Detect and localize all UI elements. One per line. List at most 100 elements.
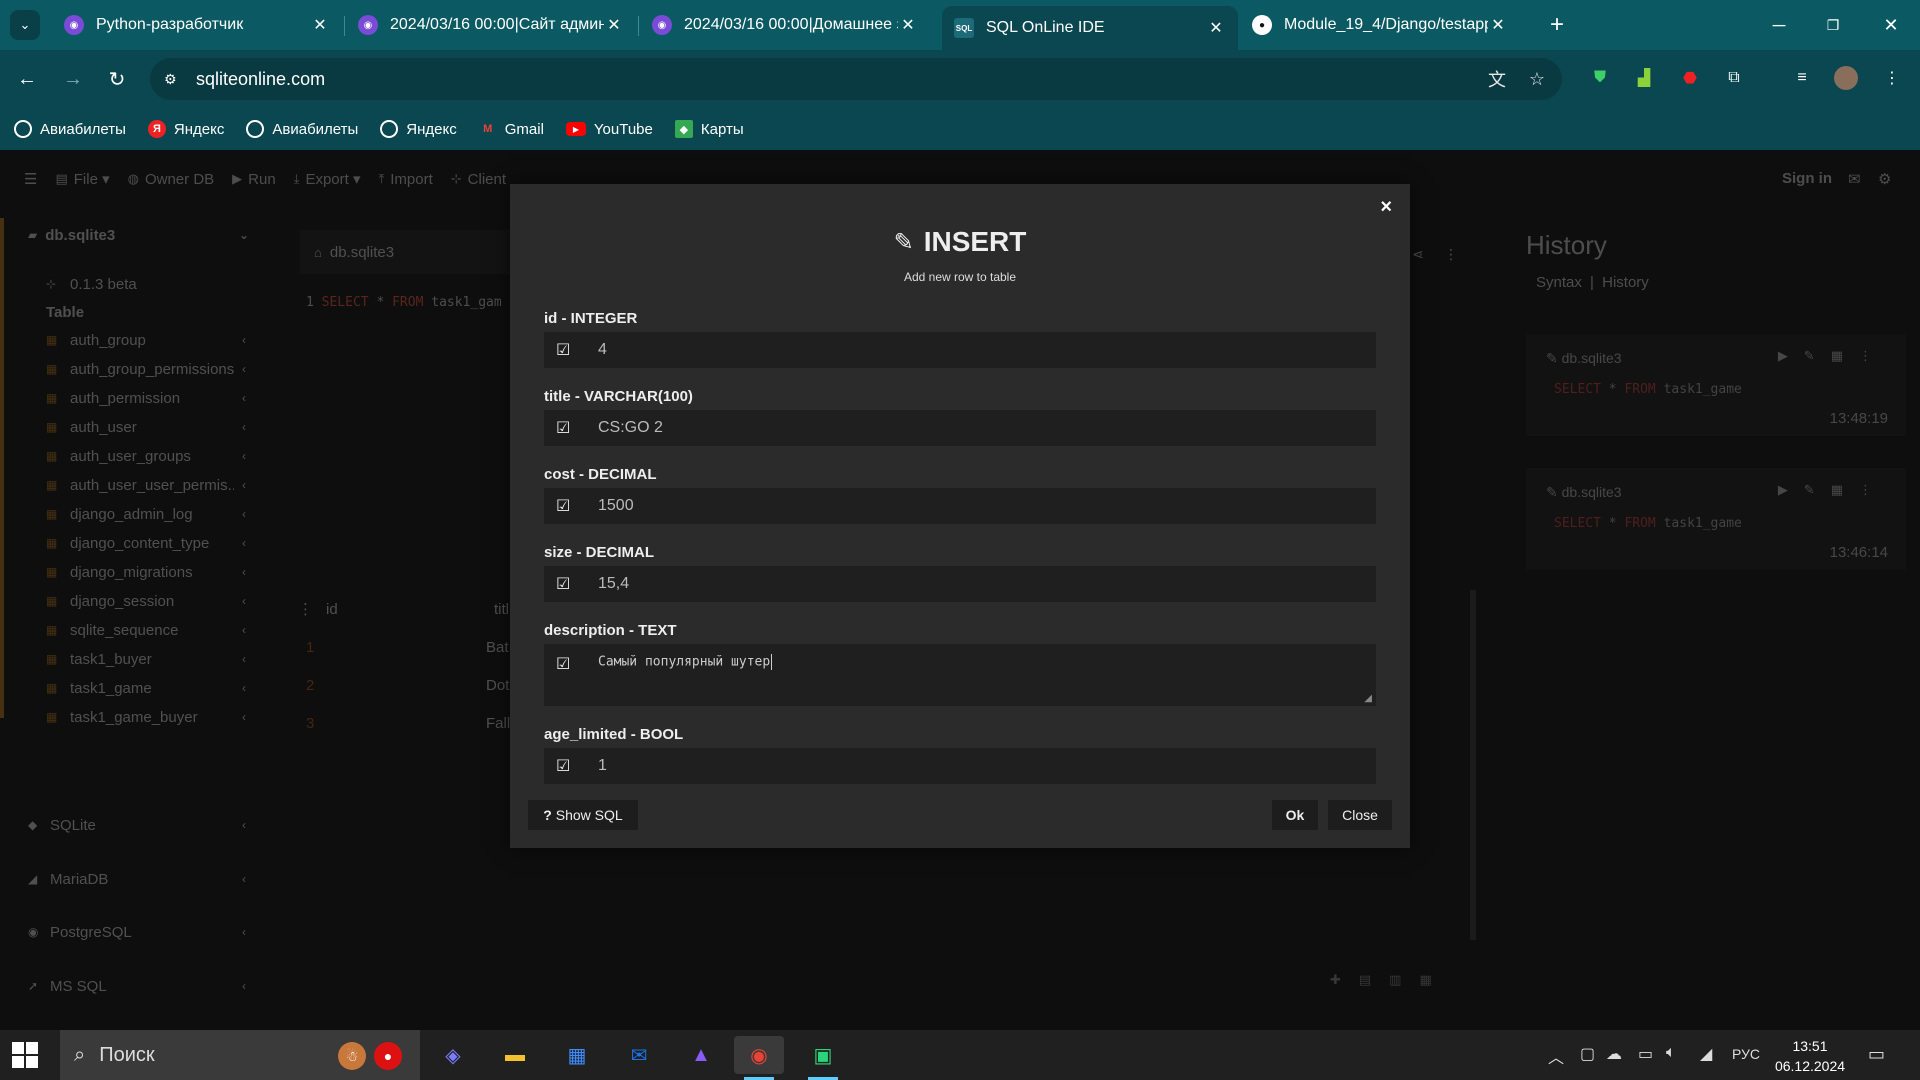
back-button[interactable]: ← bbox=[14, 66, 40, 92]
forward-button[interactable]: → bbox=[60, 66, 86, 92]
notifications-icon[interactable]: ▭ bbox=[1868, 1044, 1885, 1065]
profile-avatar[interactable] bbox=[1834, 66, 1858, 90]
close-tab-icon[interactable]: ✕ bbox=[1488, 15, 1508, 35]
bookmark-item[interactable]: ▶ YouTube bbox=[565, 121, 653, 138]
copilot-icon[interactable]: ◈ bbox=[434, 1036, 472, 1074]
field-label: title - VARCHAR(100) bbox=[544, 388, 693, 405]
close-icon[interactable]: × bbox=[1380, 196, 1392, 219]
browser-tab-active[interactable]: SQL SQL OnLine IDE ✕ bbox=[942, 6, 1238, 50]
checkbox-checked-icon[interactable]: ☑ bbox=[556, 574, 576, 594]
show-sql-button[interactable]: ? Show SQL bbox=[528, 800, 638, 830]
chrome-icon[interactable]: ◉ bbox=[734, 1036, 784, 1080]
skypro-icon: ◉ bbox=[64, 15, 84, 35]
globe-icon bbox=[246, 120, 265, 138]
resize-grip-icon[interactable]: ◢ bbox=[1364, 693, 1372, 704]
url-text[interactable]: sqliteonline.com bbox=[196, 69, 325, 90]
minimize-button[interactable]: ─ bbox=[1756, 10, 1802, 40]
browser-tab[interactable]: ◉ 2024/03/16 00:00|Сайт админи ✕ bbox=[346, 8, 636, 42]
battery-icon[interactable]: ▭ bbox=[1638, 1044, 1653, 1064]
checkbox-checked-icon[interactable]: ☑ bbox=[556, 340, 576, 360]
github-icon: ● bbox=[1252, 15, 1272, 35]
dialog-subtitle: Add new row to table bbox=[903, 270, 1017, 284]
browser-tab-strip: ⌄ ◉ Python-разработчик ✕ ◉ 2024/03/16 00… bbox=[0, 0, 1920, 50]
globe-icon bbox=[14, 120, 32, 138]
maps-icon: ◆ bbox=[674, 120, 693, 138]
field-label: size - DECIMAL bbox=[544, 544, 655, 561]
language-indicator[interactable]: РУС bbox=[1732, 1046, 1760, 1062]
search-icon: ⌕ bbox=[74, 1043, 86, 1066]
file-explorer-icon[interactable]: ▬ bbox=[496, 1036, 534, 1074]
field-id[interactable]: ☑ 4 bbox=[544, 332, 1376, 368]
browser-tab[interactable]: ◉ Python-разработчик ✕ bbox=[52, 8, 342, 42]
adguard-extension-icon[interactable]: ⛊ bbox=[1588, 66, 1612, 90]
pycharm-icon[interactable]: ▣ bbox=[804, 1036, 842, 1080]
close-button[interactable]: Close bbox=[1328, 800, 1392, 830]
close-tab-icon[interactable]: ✕ bbox=[310, 15, 330, 35]
ok-button[interactable]: Ok bbox=[1272, 800, 1318, 830]
edit-icon: ✎ bbox=[893, 228, 914, 256]
taskbar-search[interactable]: ⌕ Поиск ☃ ● bbox=[60, 1030, 420, 1080]
bookmark-item[interactable]: Авиабилеты bbox=[14, 120, 126, 138]
new-tab-button[interactable]: + bbox=[1542, 10, 1572, 40]
checkbox-checked-icon[interactable]: ☑ bbox=[556, 654, 576, 674]
browser-tab[interactable]: ◉ 2024/03/16 00:00|Домашнее за ✕ bbox=[640, 8, 930, 42]
windows-start-icon[interactable] bbox=[12, 1042, 38, 1068]
app-icon[interactable]: ▲ bbox=[682, 1036, 720, 1074]
restore-button[interactable]: ❐ bbox=[1810, 10, 1856, 40]
tab-separator bbox=[344, 16, 345, 36]
volume-icon[interactable]: 🔈︎ bbox=[1666, 1044, 1676, 1062]
bookmark-item[interactable]: Авиабилеты bbox=[246, 120, 358, 138]
chart-extension-icon[interactable]: ▟ bbox=[1632, 66, 1656, 90]
windows-taskbar: ⌕ Поиск ☃ ● ◈ ▬ ▦ ✉ ▲ ◉ ▣ ︿ ▢ ☁ ▭ 🔈︎ ◢ Р… bbox=[0, 1030, 1920, 1080]
media-controls-icon[interactable]: ≡ bbox=[1790, 66, 1814, 90]
yandex-icon: Я bbox=[147, 120, 166, 138]
browser-menu-icon[interactable]: ⋮ bbox=[1880, 66, 1904, 90]
globe-icon bbox=[380, 120, 399, 138]
close-tab-icon[interactable]: ✕ bbox=[898, 15, 918, 35]
field-age-limited[interactable]: ☑ 1 bbox=[544, 748, 1376, 784]
bookmarks-bar: Авиабилеты Я Яндекс Авиабилеты Яндекс M … bbox=[0, 108, 1920, 150]
gmail-icon: M bbox=[483, 123, 493, 135]
close-window-button[interactable]: ✕ bbox=[1868, 10, 1914, 40]
site-info-icon[interactable]: ⚙ bbox=[164, 71, 184, 88]
extensions-puzzle-icon[interactable]: ⧉ bbox=[1722, 66, 1746, 90]
field-title[interactable]: ☑ CS:GO 2 bbox=[544, 410, 1376, 446]
translate-icon[interactable]: 文 bbox=[1486, 68, 1508, 90]
checkbox-checked-icon[interactable]: ☑ bbox=[556, 756, 576, 776]
reload-button[interactable]: ↻ bbox=[104, 66, 130, 92]
tab-separator bbox=[638, 16, 639, 36]
omnibox[interactable]: ⚙ sqliteonline.com bbox=[150, 58, 1562, 100]
tab-search-button[interactable]: ⌄ bbox=[10, 10, 40, 40]
chevron-up-icon[interactable]: ︿ bbox=[1548, 1044, 1564, 1068]
browser-tab[interactable]: ● Module_19_4/Django/testapp a ✕ bbox=[1240, 8, 1520, 42]
skypro-icon: ◉ bbox=[652, 15, 672, 35]
close-tab-icon[interactable]: ✕ bbox=[1206, 18, 1226, 38]
wifi-icon[interactable]: ◢ bbox=[1700, 1044, 1712, 1064]
skypro-icon: ◉ bbox=[358, 15, 378, 35]
field-cost[interactable]: ☑ 1500 bbox=[544, 488, 1376, 524]
insert-dialog: × ✎ INSERT Add new row to table id - INT… bbox=[510, 184, 1410, 848]
sql-icon: SQL bbox=[954, 18, 974, 38]
checkbox-checked-icon[interactable]: ☑ bbox=[556, 418, 576, 438]
bookmark-item[interactable]: Я Яндекс bbox=[147, 120, 224, 138]
meet-now-icon[interactable]: ▢ bbox=[1580, 1044, 1595, 1064]
system-clock[interactable]: 13:51 06.12.2024 bbox=[1770, 1036, 1850, 1076]
checkbox-checked-icon[interactable]: ☑ bbox=[556, 496, 576, 516]
bookmark-item[interactable]: Яндекс bbox=[380, 120, 457, 138]
outlook-icon[interactable]: ✉ bbox=[620, 1036, 658, 1074]
field-description[interactable]: ☑ Самый популярный шутер ◢ bbox=[544, 644, 1376, 706]
microsoft-store-icon[interactable]: ▦ bbox=[558, 1036, 596, 1074]
text-caret bbox=[771, 654, 773, 670]
onedrive-icon[interactable]: ☁ bbox=[1606, 1044, 1622, 1064]
adblock-extension-icon[interactable]: ⬣ bbox=[1678, 66, 1702, 90]
bookmark-item[interactable]: M Gmail bbox=[479, 120, 544, 138]
gingerbread-icon: ☃ bbox=[338, 1042, 366, 1070]
bookmark-star-icon[interactable]: ☆ bbox=[1526, 68, 1548, 90]
field-label: cost - DECIMAL bbox=[544, 466, 657, 483]
field-size[interactable]: ☑ 15,4 bbox=[544, 566, 1376, 602]
dialog-title: ✎ INSERT bbox=[893, 226, 1027, 257]
close-tab-icon[interactable]: ✕ bbox=[604, 15, 624, 35]
bookmark-item[interactable]: ◆ Карты bbox=[674, 120, 744, 138]
youtube-icon: ▶ bbox=[565, 122, 586, 136]
ornament-icon: ● bbox=[374, 1042, 402, 1070]
